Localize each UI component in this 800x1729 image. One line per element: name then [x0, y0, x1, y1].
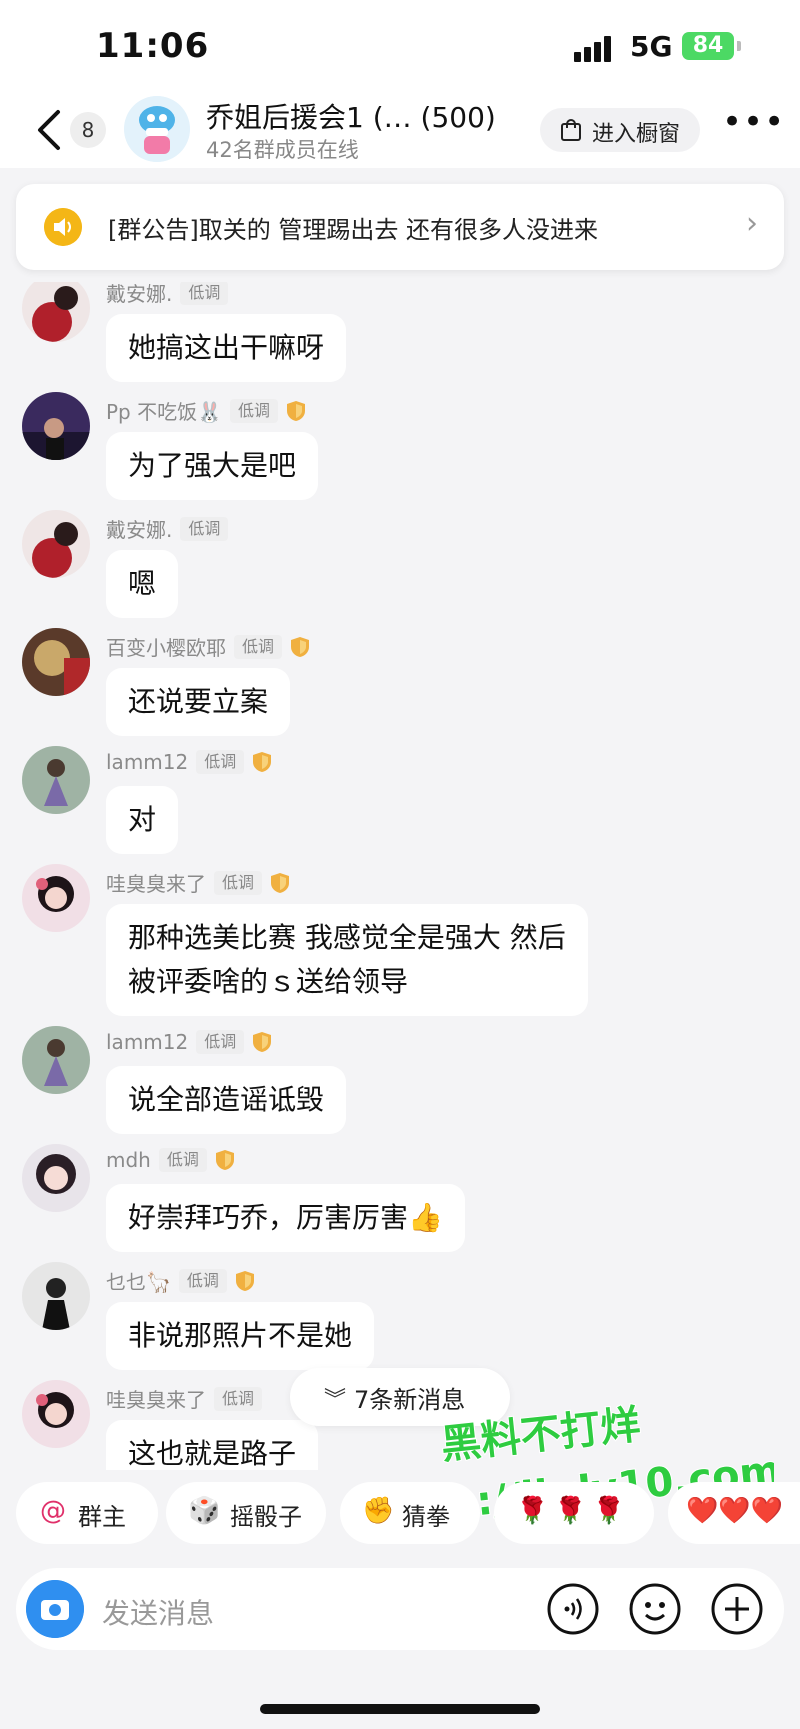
avatar[interactable]: [22, 282, 90, 342]
shield-badge-icon: [271, 872, 290, 893]
status-bar: 11:06 5G 84: [0, 0, 800, 92]
message-input[interactable]: 发送消息: [102, 1592, 214, 1632]
message-line: 被评委啥的ｓ送给领导: [128, 965, 409, 998]
quick-actions-bar: @ 群主 🎲 摇骰子 ✊ 猜拳 🌹🌹🌹 ❤️❤️❤️: [0, 1482, 800, 1558]
battery-icon: 84: [682, 32, 734, 60]
chat-header: 8 乔姐后援会1 (… (500) 42名群成员在线 进入橱窗 •••: [0, 92, 800, 168]
shopping-bag-icon: [561, 119, 581, 141]
avatar[interactable]: [22, 1144, 90, 1212]
avatar[interactable]: [22, 864, 90, 932]
message-line: 那种选美比赛 我感觉全是强大 然后: [128, 921, 566, 954]
network-label: 5G: [630, 30, 673, 63]
shield-badge-icon: [253, 752, 272, 772]
member-tag: 低调: [178, 1268, 227, 1293]
avatar[interactable]: [22, 1380, 90, 1448]
member-tag: 低调: [180, 516, 229, 541]
announcement-speaker-icon: [44, 208, 82, 246]
member-tag: 低调: [234, 634, 283, 659]
plus-icon[interactable]: [710, 1582, 764, 1636]
new-messages-label: 7条新消息: [354, 1386, 466, 1414]
mention-owner-button[interactable]: @ 群主: [16, 1482, 158, 1544]
avatar[interactable]: [22, 1262, 90, 1330]
message-bubble[interactable]: 非说那照片不是她: [106, 1302, 375, 1370]
member-tag: 低调: [214, 1386, 263, 1411]
enter-showcase-label: 进入橱窗: [592, 122, 681, 147]
rose-icon: 🌹🌹🌹: [516, 1496, 632, 1526]
group-avatar[interactable]: [124, 96, 190, 162]
group-title[interactable]: 乔姐后援会1 (… (500): [206, 96, 496, 136]
enter-showcase-button[interactable]: 进入橱窗: [540, 108, 700, 152]
avatar[interactable]: [22, 746, 90, 814]
sender-name: 戴安娜.: [106, 518, 173, 542]
unread-count-badge[interactable]: 8: [70, 112, 106, 148]
camera-icon[interactable]: [26, 1580, 84, 1638]
member-tag: 低调: [180, 282, 229, 305]
double-chevron-down-icon: ︾: [324, 1388, 347, 1413]
message-bubble[interactable]: 为了强大是吧: [106, 432, 319, 500]
sender-name: 戴安娜.: [106, 282, 173, 306]
message-bubble[interactable]: 这也就是路子: [106, 1420, 319, 1470]
message-bubble[interactable]: 对: [106, 786, 179, 854]
online-count: 42名群成员在线: [206, 138, 359, 162]
avatar[interactable]: [22, 628, 90, 696]
sender-name: lamm12: [106, 1030, 189, 1054]
sender-name: mdh: [106, 1148, 151, 1172]
heart-icon: ❤️❤️❤️: [686, 1496, 784, 1526]
rock-paper-scissors-button[interactable]: ✊ 猜拳: [340, 1482, 480, 1544]
message-bubble[interactable]: 她搞这出干嘛呀: [106, 314, 347, 382]
voice-icon[interactable]: [546, 1582, 600, 1636]
message-bubble[interactable]: 那种选美比赛 我感觉全是强大 然后 被评委啥的ｓ送给领导: [106, 904, 588, 1016]
quick-action-label: 摇骰子: [230, 1503, 302, 1531]
announcement-text: [群公告]取关的 管理踢出去 还有很多人没进来: [108, 216, 598, 244]
more-options-icon[interactable]: •••: [722, 102, 785, 142]
quick-action-label: 猜拳: [402, 1503, 450, 1531]
sender-name: lamm12: [106, 750, 189, 774]
chevron-right-icon: ›: [746, 206, 758, 241]
at-icon: @: [40, 1496, 66, 1526]
new-messages-button[interactable]: ︾ 7条新消息: [290, 1368, 510, 1426]
sender-name: 百变小樱欧耶: [106, 636, 226, 660]
message-bubble[interactable]: 说全部造谣诋毁: [106, 1066, 347, 1134]
sender-name: 哇臭臭来了: [106, 872, 206, 896]
emoji-icon[interactable]: [628, 1582, 682, 1636]
shield-badge-icon: [215, 1150, 234, 1170]
status-time: 11:06: [96, 26, 210, 66]
shield-badge-icon: [287, 400, 306, 421]
member-tag: 低调: [196, 750, 245, 774]
message-bubble[interactable]: 嗯: [106, 550, 179, 618]
battery-cap: [737, 41, 741, 51]
sender-name: 乜乜🦙: [106, 1270, 171, 1294]
send-hearts-button[interactable]: ❤️❤️❤️: [668, 1482, 800, 1544]
message-bubble[interactable]: 还说要立案: [106, 668, 291, 736]
avatar[interactable]: [22, 392, 90, 460]
sender-name: 哇臭臭来了: [106, 1388, 206, 1412]
member-tag: 低调: [196, 1030, 245, 1054]
sender-name: Pp 不吃饭🐰: [106, 400, 223, 424]
shield-badge-icon: [291, 636, 310, 657]
quick-action-label: 群主: [78, 1503, 126, 1531]
avatar[interactable]: [22, 1026, 90, 1094]
shield-badge-icon: [235, 1270, 254, 1291]
message-list[interactable]: lamm12 戴安娜. 低调 她搞这出干嘛呀 Pp 不吃饭🐰 低调 为了强大是吧 戴…: [0, 282, 800, 1470]
group-announcement[interactable]: [群公告]取关的 管理踢出去 还有很多人没进来 ›: [16, 184, 784, 270]
shield-badge-icon: [253, 1032, 272, 1052]
home-indicator: [260, 1704, 540, 1714]
signal-icon: [574, 36, 611, 62]
avatar[interactable]: [22, 510, 90, 578]
dice-icon: 🎲: [188, 1496, 221, 1526]
send-roses-button[interactable]: 🌹🌹🌹: [494, 1482, 654, 1544]
back-icon[interactable]: [30, 106, 70, 154]
fist-icon: ✊: [362, 1496, 395, 1526]
roll-dice-button[interactable]: 🎲 摇骰子: [166, 1482, 326, 1544]
member-tag: 低调: [158, 1148, 207, 1172]
message-input-bar: 发送消息: [16, 1568, 784, 1650]
member-tag: 低调: [230, 398, 279, 423]
member-tag: 低调: [214, 870, 263, 895]
message-bubble[interactable]: 好崇拜巧乔，厉害厉害👍: [106, 1184, 465, 1252]
